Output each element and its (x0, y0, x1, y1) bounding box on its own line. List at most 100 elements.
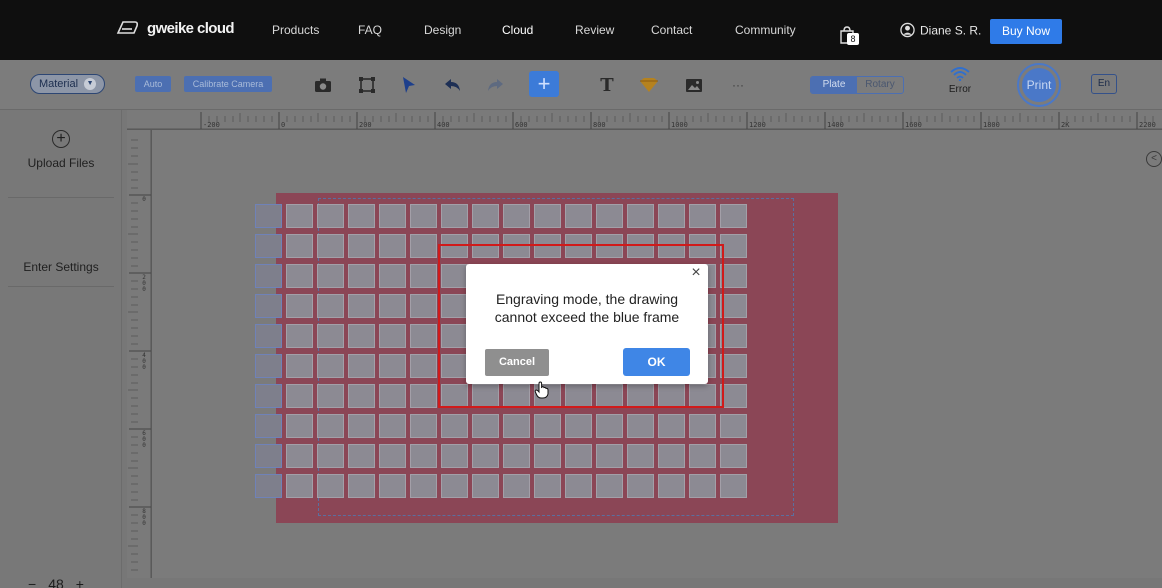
design-cell[interactable] (410, 354, 437, 378)
design-cell[interactable] (720, 204, 747, 228)
design-cell[interactable] (410, 204, 437, 228)
language-button[interactable]: En (1091, 74, 1117, 94)
design-cell[interactable] (503, 444, 530, 468)
design-cell[interactable] (720, 474, 747, 498)
design-cell[interactable] (410, 294, 437, 318)
design-cell[interactable] (720, 444, 747, 468)
design-cell[interactable] (286, 444, 313, 468)
design-cell[interactable] (503, 474, 530, 498)
design-cell[interactable] (348, 294, 375, 318)
design-cell[interactable] (689, 474, 716, 498)
design-cell[interactable] (410, 384, 437, 408)
design-cell[interactable] (379, 384, 406, 408)
enter-settings-button[interactable]: Enter Settings (0, 260, 122, 274)
redo-icon[interactable] (484, 74, 506, 96)
zoom-in-button[interactable]: + (76, 576, 84, 588)
design-cell[interactable] (720, 234, 747, 258)
rotary-mode-tab[interactable]: Rotary (857, 77, 903, 93)
design-cell[interactable] (565, 414, 592, 438)
design-cell[interactable] (286, 324, 313, 348)
nav-contact[interactable]: Contact (651, 23, 692, 37)
design-cell[interactable] (379, 324, 406, 348)
design-cell[interactable] (286, 264, 313, 288)
design-cell[interactable] (441, 414, 468, 438)
design-cell[interactable] (286, 204, 313, 228)
design-cell[interactable] (565, 204, 592, 228)
design-cell[interactable] (286, 354, 313, 378)
plate-mode-tab[interactable]: Plate (811, 77, 857, 93)
design-cell[interactable] (255, 384, 282, 408)
design-cell[interactable] (286, 414, 313, 438)
design-cell[interactable] (379, 234, 406, 258)
design-cell[interactable] (441, 444, 468, 468)
design-cell[interactable] (286, 294, 313, 318)
design-cell[interactable] (379, 474, 406, 498)
design-cell[interactable] (255, 354, 282, 378)
design-cell[interactable] (441, 474, 468, 498)
design-cell[interactable] (286, 234, 313, 258)
design-cell[interactable] (720, 264, 747, 288)
design-cell[interactable] (379, 354, 406, 378)
nav-cloud[interactable]: Cloud (502, 23, 533, 37)
design-cell[interactable] (720, 294, 747, 318)
design-cell[interactable] (720, 384, 747, 408)
design-cell[interactable] (596, 204, 623, 228)
upload-files-button[interactable]: + Upload Files (0, 130, 122, 170)
design-cell[interactable] (565, 444, 592, 468)
nav-review[interactable]: Review (575, 23, 614, 37)
design-cell[interactable] (348, 474, 375, 498)
design-cell[interactable] (379, 264, 406, 288)
design-cell[interactable] (317, 234, 344, 258)
design-cell[interactable] (317, 294, 344, 318)
nav-faq[interactable]: FAQ (358, 23, 382, 37)
nav-design[interactable]: Design (424, 23, 461, 37)
design-cell[interactable] (565, 474, 592, 498)
nav-products[interactable]: Products (272, 23, 319, 37)
design-cell[interactable] (472, 414, 499, 438)
design-cell[interactable] (286, 474, 313, 498)
design-cell[interactable] (503, 414, 530, 438)
design-cell[interactable] (472, 204, 499, 228)
design-cell[interactable] (658, 474, 685, 498)
design-cell[interactable] (410, 474, 437, 498)
design-cell[interactable] (596, 444, 623, 468)
cancel-button[interactable]: Cancel (485, 349, 549, 376)
design-cell[interactable] (658, 444, 685, 468)
design-cell[interactable] (348, 234, 375, 258)
more-icon[interactable]: ··· (727, 74, 749, 96)
design-cell[interactable] (534, 474, 561, 498)
buy-now-button[interactable]: Buy Now (990, 19, 1062, 44)
design-cell[interactable] (503, 204, 530, 228)
cart-button[interactable]: 8 (838, 25, 859, 48)
design-cell[interactable] (627, 474, 654, 498)
design-cell[interactable] (689, 414, 716, 438)
design-cell[interactable] (658, 414, 685, 438)
design-cell[interactable] (689, 444, 716, 468)
design-cell[interactable] (379, 294, 406, 318)
design-cell[interactable] (410, 444, 437, 468)
select-arrow-icon[interactable] (398, 74, 420, 96)
design-cell[interactable] (317, 414, 344, 438)
design-cell[interactable] (627, 414, 654, 438)
gweike-logo[interactable]: gweike cloud (114, 18, 235, 38)
design-cell[interactable] (255, 204, 282, 228)
text-icon[interactable]: T (596, 74, 618, 96)
connection-status[interactable]: Error (940, 67, 980, 95)
design-cell[interactable] (348, 414, 375, 438)
calibrate-camera-button[interactable]: Calibrate Camera (184, 76, 272, 92)
camera-icon[interactable] (312, 74, 334, 96)
design-cell[interactable] (410, 234, 437, 258)
image-icon[interactable] (683, 74, 705, 96)
design-cell[interactable] (317, 354, 344, 378)
design-cell[interactable] (379, 204, 406, 228)
design-cell[interactable] (317, 264, 344, 288)
collapse-panel-icon[interactable]: < (1146, 151, 1162, 167)
design-cell[interactable] (472, 444, 499, 468)
design-cell[interactable] (379, 414, 406, 438)
design-cell[interactable] (255, 444, 282, 468)
design-cell[interactable] (255, 294, 282, 318)
design-cell[interactable] (255, 324, 282, 348)
undo-icon[interactable] (442, 74, 464, 96)
design-cell[interactable] (720, 414, 747, 438)
design-cell[interactable] (317, 474, 344, 498)
